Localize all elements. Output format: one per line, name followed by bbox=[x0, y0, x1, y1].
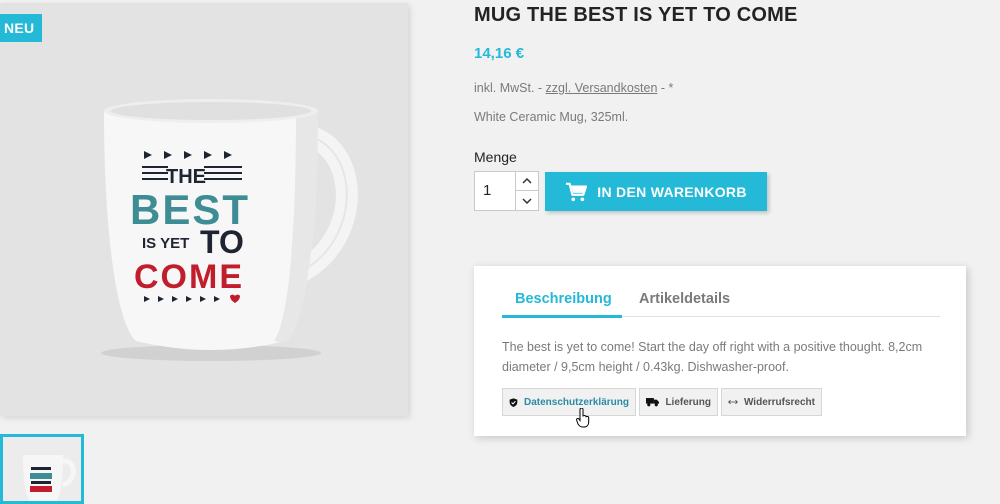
delivery-label: Lieferung bbox=[665, 396, 711, 408]
product-price: 14,16 € bbox=[474, 45, 525, 62]
quantity-buttons bbox=[515, 172, 538, 210]
shopping-cart-icon bbox=[566, 182, 588, 201]
tab-beschreibung[interactable]: Beschreibung bbox=[515, 291, 612, 307]
tab-artikeldetails[interactable]: Artikeldetails bbox=[639, 291, 730, 307]
tax-prefix: inkl. MwSt. - bbox=[474, 81, 543, 95]
mug-text-isyet: IS YET bbox=[142, 235, 189, 252]
quantity-label: Menge bbox=[474, 149, 517, 165]
new-badge: NEU bbox=[0, 14, 43, 42]
quantity-stepper[interactable]: 1 bbox=[474, 171, 539, 211]
product-title: MUG THE BEST IS YET TO COME bbox=[474, 4, 798, 26]
mug-text-to: TO bbox=[200, 224, 244, 260]
hand-cursor-icon bbox=[576, 408, 590, 428]
shipping-costs-link[interactable]: zzgl. Versandkosten bbox=[546, 81, 658, 95]
delivery-button[interactable]: Lieferung bbox=[639, 388, 718, 416]
quantity-decrease-button[interactable] bbox=[516, 191, 538, 210]
product-description: The best is yet to come! Start the day o… bbox=[502, 340, 923, 374]
mug-image: THE BEST IS YET TO COME bbox=[101, 99, 358, 361]
thumbnail-mug-image bbox=[23, 455, 76, 501]
privacy-policy-button[interactable]: Datenschutzerklärung bbox=[502, 388, 636, 416]
shield-icon bbox=[509, 397, 518, 407]
tax-suffix: - * bbox=[657, 81, 674, 95]
mug-text-come: COME bbox=[134, 258, 244, 296]
withdrawal-right-button[interactable]: Widerrufsrecht bbox=[721, 388, 822, 416]
quantity-input[interactable]: 1 bbox=[483, 182, 491, 199]
truck-icon bbox=[646, 398, 660, 407]
short-description: White Ceramic Mug, 325ml. bbox=[474, 110, 629, 124]
chevron-up-icon bbox=[522, 178, 532, 184]
arrows-icon bbox=[728, 399, 738, 405]
add-to-cart-button[interactable]: IN DEN WARENKORB bbox=[545, 172, 767, 211]
privacy-policy-label: Datenschutzerklärung bbox=[523, 396, 629, 408]
product-thumbnail[interactable] bbox=[0, 434, 84, 504]
chevron-down-icon bbox=[522, 197, 532, 204]
add-to-cart-label: IN DEN WARENKORB bbox=[597, 183, 747, 200]
tab-active-indicator bbox=[502, 315, 622, 318]
mug-text-the: THE bbox=[166, 166, 206, 188]
quantity-increase-button[interactable] bbox=[516, 172, 538, 191]
withdrawal-right-label: Widerrufsrecht bbox=[743, 396, 815, 408]
product-image-panel[interactable]: NEU THE BEST IS YET TO COME bbox=[0, 3, 408, 416]
tax-info: inkl. MwSt. - zzgl. Versandkosten - * bbox=[474, 81, 673, 95]
product-tabs-card: Beschreibung Artikeldetails The best is … bbox=[474, 266, 966, 436]
